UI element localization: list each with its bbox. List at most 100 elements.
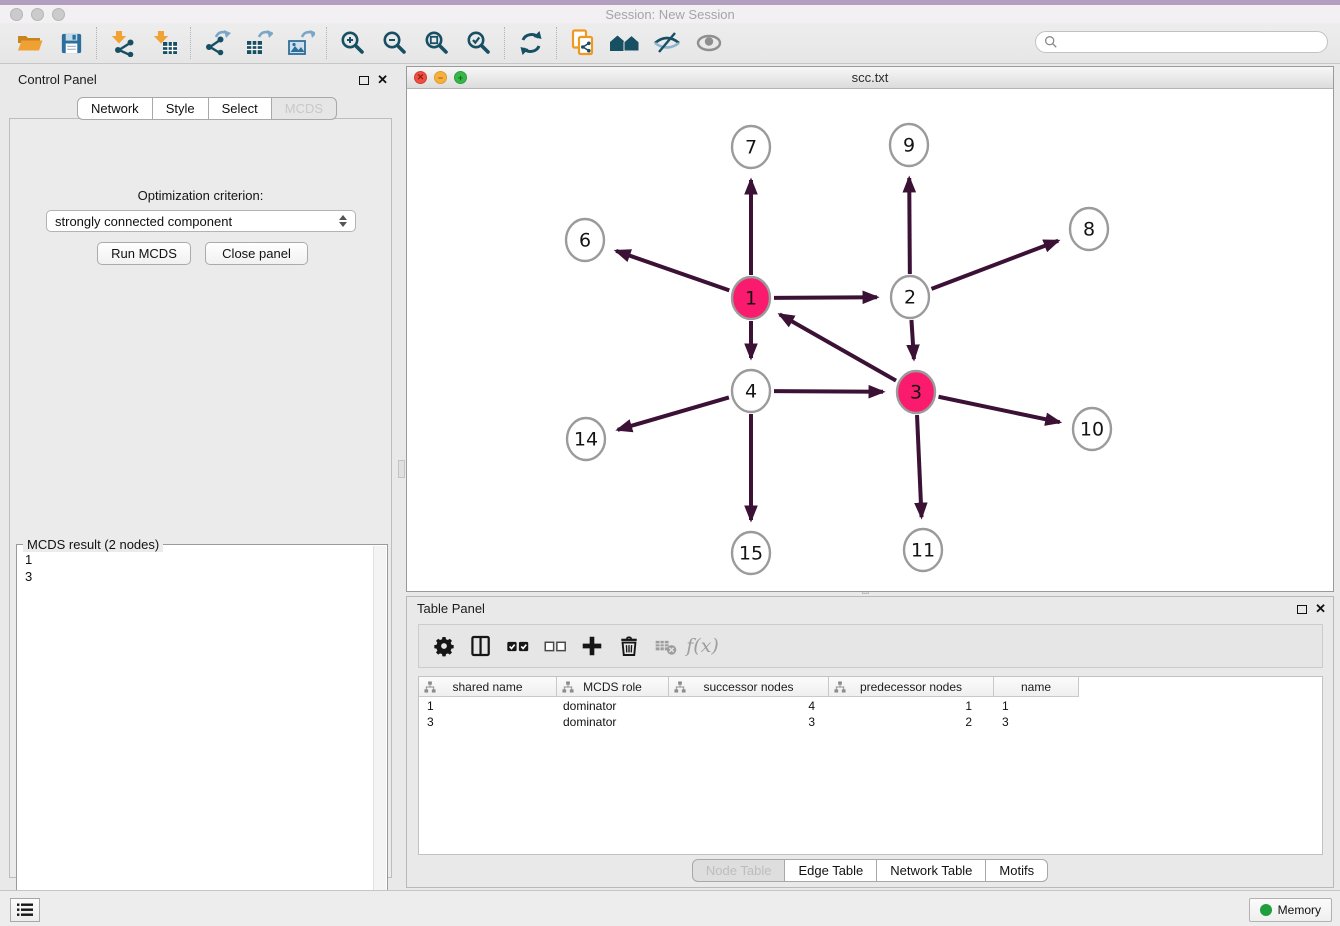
table-row[interactable]: 3 dominator 3 2 3 xyxy=(419,715,1079,731)
first-neighbors-button[interactable] xyxy=(604,26,646,60)
graph-edge-3-10[interactable] xyxy=(939,397,1060,422)
graph-node-label-7: 7 xyxy=(745,137,757,159)
column-header-name[interactable]: name xyxy=(994,677,1079,697)
control-panel: Control Panel ✕ Optimization criterion: … xyxy=(8,68,394,880)
vertical-splitter-grip[interactable] xyxy=(398,460,405,478)
open-session-button[interactable] xyxy=(8,26,50,60)
mcds-result-text[interactable]: 1 3 xyxy=(17,549,40,587)
graph-edge-2-9[interactable] xyxy=(909,178,910,274)
column-type-icon xyxy=(562,681,574,693)
column-label: name xyxy=(1021,680,1051,694)
columns-icon xyxy=(469,634,493,658)
memory-label: Memory xyxy=(1278,903,1321,917)
zoom-fit-icon xyxy=(423,29,451,57)
zoom-fit-button[interactable] xyxy=(416,26,458,60)
result-line: 3 xyxy=(25,568,32,585)
tab-motifs[interactable]: Motifs xyxy=(986,859,1048,882)
graph-edge-2-8[interactable] xyxy=(932,241,1059,289)
close-panel-icon[interactable]: ✕ xyxy=(377,72,388,88)
criterion-dropdown[interactable]: strongly connected component xyxy=(46,210,356,232)
window-title: Session: New Session xyxy=(0,7,1340,22)
graph-node-label-14: 14 xyxy=(574,429,598,451)
table-toolbar: f(x) xyxy=(418,624,1323,668)
deselect-all-button[interactable] xyxy=(536,630,573,662)
zoom-in-button[interactable] xyxy=(332,26,374,60)
zoom-out-button[interactable] xyxy=(374,26,416,60)
export-image-button[interactable] xyxy=(280,26,322,60)
float-panel-icon[interactable] xyxy=(1297,605,1307,614)
delete-row-button[interactable] xyxy=(610,630,647,662)
graph-edge-2-3[interactable] xyxy=(911,320,913,359)
save-floppy-icon xyxy=(58,30,85,57)
node-table[interactable]: shared name MCDS role successor nodes pr… xyxy=(418,676,1323,855)
delete-column-button[interactable] xyxy=(647,630,684,662)
toolbar-separator xyxy=(190,27,192,59)
global-search-field[interactable] xyxy=(1035,31,1328,53)
cell-shared-name: 1 xyxy=(419,699,557,715)
column-label: MCDS role xyxy=(583,680,642,694)
show-all-button[interactable] xyxy=(688,26,730,60)
tab-style[interactable]: Style xyxy=(153,97,209,120)
import-network-button[interactable] xyxy=(102,26,144,60)
hide-eye-icon xyxy=(653,29,681,57)
graph-edge-3-11[interactable] xyxy=(917,415,922,517)
graph-node-label-10: 10 xyxy=(1080,419,1104,441)
column-header-shared-name[interactable]: shared name xyxy=(419,677,557,697)
memory-button[interactable]: Memory xyxy=(1249,898,1332,922)
tab-network[interactable]: Network xyxy=(77,97,153,120)
table-settings-button[interactable] xyxy=(425,630,462,662)
table-panel-title: Table Panel xyxy=(417,601,485,616)
toolbar-separator xyxy=(96,27,98,59)
hide-selected-button[interactable] xyxy=(646,26,688,60)
criterion-value: strongly connected component xyxy=(55,214,232,229)
network-window-titlebar[interactable]: ✕ − + scc.txt xyxy=(407,67,1333,89)
open-folder-icon xyxy=(15,29,43,57)
optimization-criterion-label: Optimization criterion: xyxy=(10,188,391,203)
zoom-out-icon xyxy=(381,29,409,57)
select-all-button[interactable] xyxy=(499,630,536,662)
float-panel-icon[interactable] xyxy=(359,76,369,85)
close-panel-button[interactable]: Close panel xyxy=(205,242,308,265)
graph-edge-4-3[interactable] xyxy=(774,391,883,392)
function-builder-button[interactable]: f(x) xyxy=(684,630,721,662)
column-header-successor-nodes[interactable]: successor nodes xyxy=(669,677,829,697)
save-session-button[interactable] xyxy=(50,26,92,60)
deselect-all-icon xyxy=(542,633,568,659)
tab-edge-table[interactable]: Edge Table xyxy=(785,859,877,882)
column-header-predecessor-nodes[interactable]: predecessor nodes xyxy=(829,677,994,697)
import-table-button[interactable] xyxy=(144,26,186,60)
export-network-button[interactable] xyxy=(196,26,238,60)
show-columns-button[interactable] xyxy=(462,630,499,662)
graph-edge-4-14[interactable] xyxy=(618,397,729,429)
result-scrollbar[interactable] xyxy=(373,546,386,921)
control-panel-tabs: Network Style Select MCDS xyxy=(77,97,337,120)
refresh-view-button[interactable] xyxy=(510,26,552,60)
table-row[interactable]: 1 dominator 4 1 1 xyxy=(419,699,1079,715)
graph-node-label-11: 11 xyxy=(911,540,935,562)
column-header-mcds-role[interactable]: MCDS role xyxy=(557,677,669,697)
export-table-button[interactable] xyxy=(238,26,280,60)
tab-network-table[interactable]: Network Table xyxy=(877,859,986,882)
dropdown-stepper-icon xyxy=(339,215,347,227)
cell-successor-nodes: 4 xyxy=(669,699,829,715)
cell-name: 3 xyxy=(994,715,1079,731)
network-canvas[interactable]: 7968124314101511 xyxy=(407,89,1333,591)
export-table-icon xyxy=(245,29,273,57)
copy-network-button[interactable] xyxy=(562,26,604,60)
list-icon xyxy=(17,903,33,917)
search-input[interactable] xyxy=(1058,32,1327,52)
task-history-button[interactable] xyxy=(10,898,40,922)
zoom-selected-button[interactable] xyxy=(458,26,500,60)
add-column-button[interactable] xyxy=(573,630,610,662)
tab-select[interactable]: Select xyxy=(209,97,272,120)
graph-edge-1-6[interactable] xyxy=(616,251,729,291)
tab-mcds[interactable]: MCDS xyxy=(272,97,337,120)
graph-node-label-3: 3 xyxy=(910,382,922,404)
run-mcds-button[interactable]: Run MCDS xyxy=(97,242,191,265)
close-panel-icon[interactable]: ✕ xyxy=(1315,601,1326,617)
graph-edge-1-2[interactable] xyxy=(774,297,877,298)
network-view-title: scc.txt xyxy=(407,70,1333,85)
tab-node-table[interactable]: Node Table xyxy=(692,859,786,882)
graph-edge-3-1[interactable] xyxy=(780,314,896,380)
toolbar-separator xyxy=(556,27,558,59)
